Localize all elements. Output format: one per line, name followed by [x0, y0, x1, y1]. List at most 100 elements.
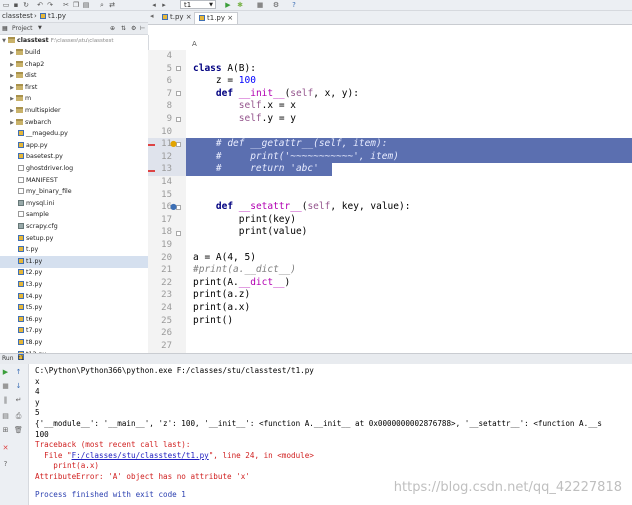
- code-line-9: self.y = y: [238, 113, 296, 124]
- tree-item[interactable]: ▶ swbarch: [0, 117, 148, 129]
- trash-icon[interactable]: 🗑: [14, 426, 23, 435]
- tree-item[interactable]: sample: [0, 209, 148, 221]
- chevron-down-icon[interactable]: ▼: [0, 35, 8, 47]
- tree-item[interactable]: t7.py: [0, 325, 148, 337]
- collapse-icon[interactable]: ⇅: [121, 24, 126, 33]
- tree-item[interactable]: t3.py: [0, 279, 148, 291]
- tree-item[interactable]: t.py: [0, 244, 148, 256]
- tree-item[interactable]: t1.py: [0, 255, 148, 268]
- open-folder-icon[interactable]: ▭: [2, 1, 10, 9]
- back-icon[interactable]: ◂: [150, 1, 158, 9]
- gear-icon[interactable]: ⚙: [131, 24, 136, 33]
- fold-icon[interactable]: [176, 231, 181, 236]
- code-line-21: #print(a.__dict__): [193, 264, 296, 276]
- editor-gutter: 4 5 6 7 8 9 10 11 12 13 14 15 16 17 18 19 20 21 22 23 24 25 26…: [148, 50, 186, 353]
- tree-item[interactable]: t6.py: [0, 314, 148, 326]
- forward-icon[interactable]: ▸: [160, 1, 168, 9]
- tree-item[interactable]: t2.py: [0, 267, 148, 279]
- chevron-right-icon[interactable]: ▶: [8, 93, 16, 105]
- fold-icon[interactable]: [176, 66, 181, 71]
- chevron-right-icon[interactable]: ▶: [8, 117, 16, 129]
- find-icon[interactable]: ⌕: [98, 1, 106, 9]
- chevron-down-icon[interactable]: ▼: [38, 24, 42, 33]
- scroll-down-icon[interactable]: ↓: [14, 382, 23, 391]
- file-icon: [18, 211, 24, 218]
- project-panel-title[interactable]: Project: [12, 24, 33, 33]
- soft-wrap-icon[interactable]: ↵: [14, 396, 23, 405]
- tree-item[interactable]: __magedu.py: [0, 128, 148, 140]
- tree-item[interactable]: my_binary_file: [0, 186, 148, 198]
- pause-icon[interactable]: ‖: [1, 396, 10, 405]
- stop-icon[interactable]: ■: [256, 1, 264, 9]
- line-number: 18: [161, 227, 172, 238]
- tree-item[interactable]: app.py: [0, 140, 148, 152]
- tree-item[interactable]: ▶ multispider: [0, 105, 148, 117]
- tree-item[interactable]: MANIFEST: [0, 175, 148, 187]
- chevron-right-icon[interactable]: ▶: [8, 47, 16, 59]
- run-panel-title[interactable]: Run: [2, 354, 14, 364]
- tree-root[interactable]: ▼ classtest F:\classes\stu\classtest: [0, 35, 148, 47]
- python-file-icon: [18, 234, 24, 241]
- run-config-select[interactable]: t1 ▼: [180, 0, 216, 9]
- close-icon[interactable]: ✕: [1, 444, 10, 453]
- code-editor[interactable]: class A(B): z = 100 def __init__(self, x…: [186, 50, 632, 353]
- save-icon[interactable]: ▪: [12, 1, 20, 9]
- sync-icon[interactable]: ↻: [22, 1, 30, 9]
- breadcrumb-project[interactable]: classtest: [2, 12, 33, 21]
- chevron-right-icon[interactable]: ▶: [8, 59, 16, 71]
- close-icon[interactable]: ×: [186, 13, 192, 21]
- bulb-icon[interactable]: ●: [170, 139, 177, 148]
- pin-icon[interactable]: ⊞: [1, 426, 10, 435]
- editor-breadcrumb[interactable]: A: [192, 40, 197, 48]
- copy-icon[interactable]: ❐: [72, 1, 80, 9]
- tree-item[interactable]: mysql.ini: [0, 198, 148, 210]
- traceback-file-link[interactable]: F:/classes/stu/classtest/t1.py: [72, 451, 209, 460]
- run-icon[interactable]: ▶: [224, 1, 232, 9]
- tree-item[interactable]: t4.py: [0, 291, 148, 303]
- tree-item[interactable]: basetest.py: [0, 151, 148, 163]
- tab-t-py[interactable]: t.py ×: [158, 12, 196, 23]
- override-icon[interactable]: ●: [170, 202, 177, 211]
- hide-icon[interactable]: ⊢: [140, 24, 145, 33]
- cut-icon[interactable]: ✂: [62, 1, 70, 9]
- breadcrumb-file[interactable]: t1.py: [40, 12, 66, 21]
- rerun-icon[interactable]: ▶: [1, 368, 10, 377]
- tree-item[interactable]: ▶ build: [0, 47, 148, 59]
- fold-icon[interactable]: [176, 91, 181, 96]
- fold-icon[interactable]: [176, 117, 181, 122]
- tab-scroll-icon[interactable]: ◂: [150, 12, 154, 20]
- debug-icon[interactable]: ✱: [236, 1, 244, 9]
- chevron-right-icon[interactable]: ▶: [8, 70, 16, 82]
- console-line: x: [35, 376, 40, 386]
- tree-item[interactable]: t5.py: [0, 302, 148, 314]
- sync-icon[interactable]: ⊕: [110, 24, 115, 33]
- chevron-right-icon[interactable]: ▶: [8, 82, 16, 94]
- run-console[interactable]: C:\Python\Python366\python.exe F:/classe…: [29, 364, 632, 505]
- line-number: 16: [161, 202, 172, 213]
- tree-item[interactable]: t8.py: [0, 337, 148, 349]
- paste-icon[interactable]: ▤: [82, 1, 90, 9]
- tree-item[interactable]: ghostdriver.log: [0, 163, 148, 175]
- tree-item[interactable]: ▶ first: [0, 82, 148, 94]
- layout-icon[interactable]: ▤: [1, 412, 10, 421]
- help-icon[interactable]: ?: [290, 1, 298, 9]
- code-line-23: print(a.z): [193, 289, 251, 301]
- stop-icon[interactable]: ■: [1, 382, 10, 391]
- settings-icon[interactable]: ⚙: [272, 1, 280, 9]
- close-icon[interactable]: ×: [227, 14, 233, 22]
- tab-t1-py[interactable]: t1.py ×: [194, 12, 239, 24]
- tree-item[interactable]: ▶ dist: [0, 70, 148, 82]
- scroll-up-icon[interactable]: ↑: [14, 368, 23, 377]
- tree-item[interactable]: ▶ m: [0, 93, 148, 105]
- tree-item[interactable]: scrapy.cfg: [0, 221, 148, 233]
- chevron-right-icon[interactable]: ▶: [8, 105, 16, 117]
- project-panel-header: ▦ Project ▼ ⊕ ⇅ ⚙ ⊢: [0, 23, 148, 35]
- help-icon[interactable]: ?: [1, 460, 10, 469]
- tree-item[interactable]: ▶ chap2: [0, 59, 148, 71]
- undo-icon[interactable]: ↶: [36, 1, 44, 9]
- print-icon[interactable]: ⎙: [14, 412, 23, 421]
- tree-item[interactable]: setup.py: [0, 233, 148, 245]
- redo-icon[interactable]: ↷: [46, 1, 54, 9]
- replace-icon[interactable]: ⇄: [108, 1, 116, 9]
- tree-item-label: swbarch: [25, 118, 52, 126]
